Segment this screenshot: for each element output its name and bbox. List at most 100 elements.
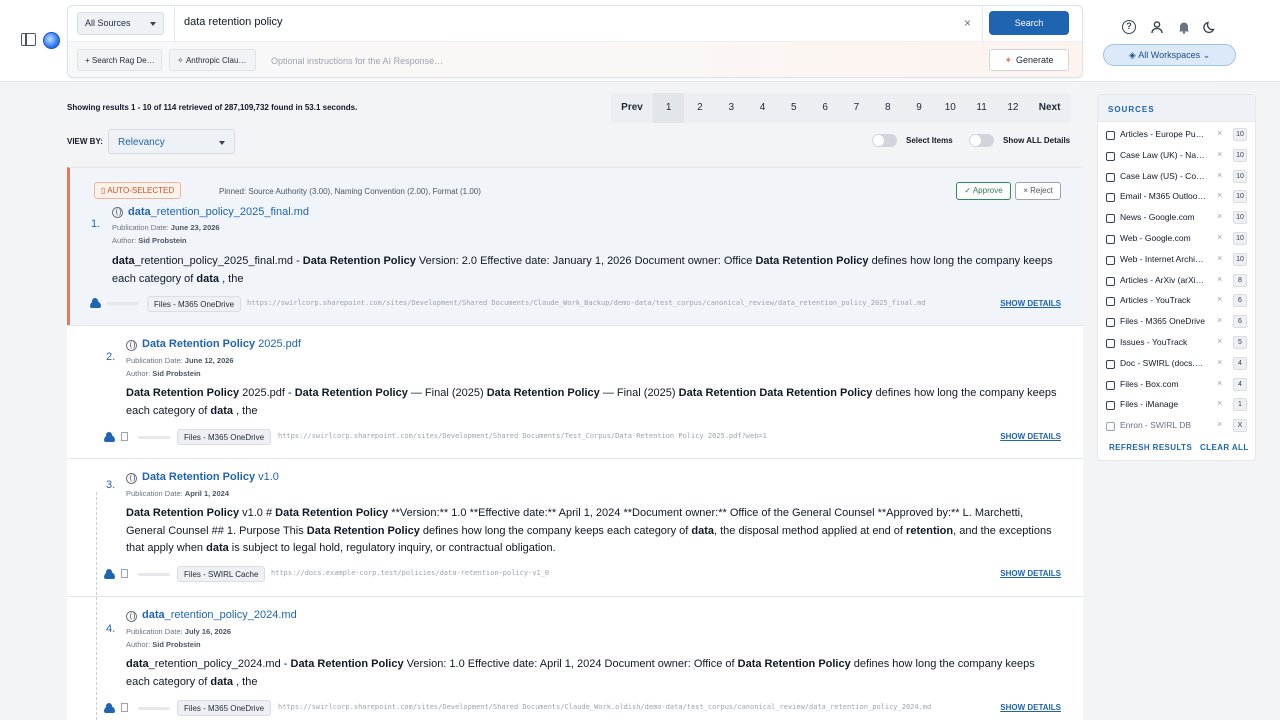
show-details-button[interactable]: SHOW DETAILS — [1000, 703, 1061, 712]
ai-instructions-input[interactable]: Optional instructions for the AI Respons… — [271, 56, 443, 66]
source-checkbox[interactable] — [1106, 297, 1115, 307]
page-button-5[interactable]: 5 — [778, 93, 809, 123]
bookmark-icon[interactable] — [121, 703, 128, 712]
page-button-8[interactable]: 8 — [872, 93, 903, 123]
prev-page-button[interactable]: Prev — [611, 93, 653, 123]
sidebar-toggle-icon[interactable] — [21, 33, 36, 46]
source-filter-row[interactable]: Articles - ArXiv (arXi… × 8 — [1098, 272, 1255, 292]
result-title[interactable]: data_retention_policy_2024.md — [142, 609, 297, 621]
source-checkbox[interactable] — [1106, 131, 1115, 140]
search-button[interactable]: Search — [989, 11, 1069, 35]
source-chip[interactable]: Files - SWIRL Cache — [177, 566, 266, 582]
source-filter-row[interactable]: Web - Internet Archi… × 10 — [1098, 251, 1255, 271]
source-checkbox[interactable] — [1106, 422, 1115, 432]
remove-source-icon[interactable]: × — [1217, 232, 1222, 242]
page-button-3[interactable]: 3 — [716, 93, 747, 123]
next-page-button[interactable]: Next — [1029, 93, 1071, 123]
refresh-results-button[interactable]: REFRESH RESULTS — [1109, 443, 1192, 452]
result-url[interactable]: https://swirlcorp.sharepoint.com/sites/D… — [278, 703, 988, 711]
source-filter-row[interactable]: Files - M365 OneDrive × 6 — [1098, 313, 1255, 333]
page-button-4[interactable]: 4 — [747, 93, 778, 123]
result-title[interactable]: Data Retention Policy 2025.pdf — [142, 338, 301, 350]
source-chip[interactable]: Files - M365 OneDrive — [177, 700, 272, 716]
generate-button[interactable]: ✦ Generate — [989, 49, 1069, 71]
source-checkbox[interactable] — [1106, 193, 1115, 203]
remove-source-icon[interactable]: × — [1217, 336, 1222, 346]
page-button-12[interactable]: 12 — [997, 93, 1028, 123]
source-checkbox[interactable] — [1106, 339, 1115, 348]
rag-chip[interactable]: + Search Rag De… — [77, 49, 162, 71]
source-filter-row[interactable]: Enron - SWIRL DB × X — [1098, 417, 1255, 437]
select-items-toggle[interactable] — [872, 134, 897, 147]
page-button-11[interactable]: 11 — [966, 93, 997, 123]
source-filter-row[interactable]: Case Law (US) - Cou… × 10 — [1098, 168, 1255, 188]
result-url[interactable]: https://docs.example-corp.test/policies/… — [271, 569, 988, 577]
clear-search-icon[interactable]: × — [964, 16, 971, 30]
source-checkbox[interactable] — [1106, 235, 1115, 244]
show-all-details-toggle[interactable] — [969, 134, 994, 147]
remove-source-icon[interactable]: × — [1217, 128, 1222, 138]
source-chip[interactable]: Files - M365 OneDrive — [147, 296, 242, 312]
source-filter-row[interactable]: Articles - Europe Pu… × 10 — [1098, 126, 1255, 146]
bookmark-icon[interactable] — [121, 569, 128, 578]
workspaces-button[interactable]: ◈ All Workspaces ⌄ — [1103, 44, 1236, 66]
reject-button[interactable]: × Reject — [1015, 182, 1061, 200]
approve-button[interactable]: ✓ Approve — [956, 182, 1011, 200]
source-filter-row[interactable]: Files - Box.com × 4 — [1098, 376, 1255, 396]
source-checkbox[interactable] — [1106, 214, 1115, 224]
source-filter-row[interactable]: Case Law (UK) - Nat… × 10 — [1098, 147, 1255, 167]
show-details-button[interactable]: SHOW DETAILS — [1000, 299, 1061, 308]
page-button-10[interactable]: 10 — [935, 93, 966, 123]
remove-source-icon[interactable]: × — [1217, 211, 1222, 221]
remove-source-icon[interactable]: × — [1217, 398, 1222, 408]
source-chip[interactable]: Files - M365 OneDrive — [177, 429, 272, 445]
page-button-2[interactable]: 2 — [684, 93, 715, 123]
page-button-1[interactable]: 1 — [653, 93, 685, 123]
remove-source-icon[interactable]: × — [1217, 419, 1222, 429]
remove-source-icon[interactable]: × — [1217, 170, 1222, 180]
result-url[interactable]: https://swirlcorp.sharepoint.com/sites/D… — [247, 299, 995, 307]
source-checkbox[interactable] — [1106, 276, 1115, 286]
page-button-6[interactable]: 6 — [809, 93, 840, 123]
user-icon[interactable] — [1150, 20, 1164, 34]
search-input[interactable] — [184, 16, 944, 28]
clear-all-button[interactable]: CLEAR ALL — [1200, 443, 1249, 452]
show-details-button[interactable]: SHOW DETAILS — [1000, 432, 1061, 441]
remove-source-icon[interactable]: × — [1217, 149, 1222, 159]
source-checkbox[interactable] — [1106, 401, 1115, 411]
source-checkbox[interactable] — [1106, 172, 1115, 182]
source-filter-row[interactable]: News - Google.com × 10 — [1098, 209, 1255, 229]
remove-source-icon[interactable]: × — [1217, 190, 1222, 200]
result-title[interactable]: Data Retention Policy v1.0 — [142, 471, 279, 483]
help-icon[interactable]: ? — [1122, 20, 1136, 34]
source-checkbox[interactable] — [1106, 318, 1115, 328]
result-title[interactable]: data_retention_policy_2025_final.md — [128, 206, 309, 218]
show-details-button[interactable]: SHOW DETAILS — [1000, 569, 1061, 578]
remove-source-icon[interactable]: × — [1217, 294, 1222, 304]
bookmark-icon[interactable] — [121, 432, 128, 441]
bell-icon[interactable] — [1177, 20, 1191, 34]
page-button-9[interactable]: 9 — [903, 93, 934, 123]
remove-source-icon[interactable]: × — [1217, 253, 1222, 263]
source-filter-row[interactable]: Web - Google.com × 10 — [1098, 230, 1255, 250]
app-logo[interactable] — [43, 32, 60, 49]
source-filter-row[interactable]: Email - M365 Outloo… × 10 — [1098, 188, 1255, 208]
source-select[interactable]: All Sources — [77, 12, 164, 35]
source-checkbox[interactable] — [1106, 151, 1115, 161]
remove-source-icon[interactable]: × — [1217, 378, 1222, 388]
remove-source-icon[interactable]: × — [1217, 315, 1222, 325]
source-filter-row[interactable]: Issues - YouTrack × 5 — [1098, 334, 1255, 354]
remove-source-icon[interactable]: × — [1217, 357, 1222, 367]
model-chip[interactable]: ✧ Anthropic Clau… — [169, 49, 256, 71]
view-by-select[interactable]: Relevancy — [108, 129, 235, 154]
source-filter-row[interactable]: Doc - SWIRL (docs.s… × 4 — [1098, 355, 1255, 375]
source-checkbox[interactable] — [1106, 359, 1115, 369]
source-filter-row[interactable]: Articles - YouTrack × 6 — [1098, 292, 1255, 312]
moon-icon[interactable] — [1203, 20, 1217, 34]
source-checkbox[interactable] — [1106, 255, 1115, 265]
source-filter-row[interactable]: Files - iManage × 1 — [1098, 396, 1255, 416]
page-button-7[interactable]: 7 — [841, 93, 872, 123]
result-url[interactable]: https://swirlcorp.sharepoint.com/sites/D… — [278, 432, 988, 440]
source-checkbox[interactable] — [1106, 380, 1115, 390]
remove-source-icon[interactable]: × — [1217, 274, 1222, 284]
